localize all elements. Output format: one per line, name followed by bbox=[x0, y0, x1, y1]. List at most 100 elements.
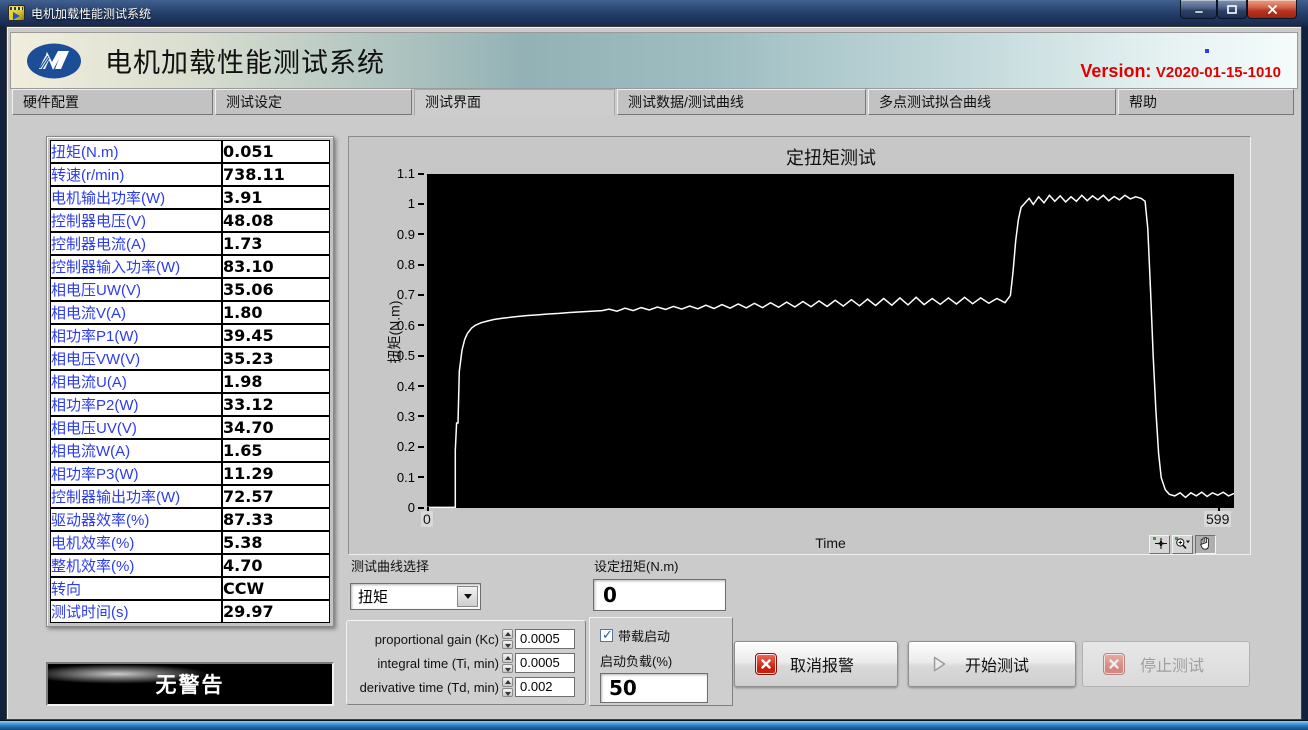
pan-tool-button[interactable] bbox=[1195, 535, 1216, 554]
client-area: 电机加载性能测试系统 Version: V2020-01-15-1010 硬件配… bbox=[6, 26, 1302, 720]
readout-value: 5.38 bbox=[222, 531, 330, 554]
readout-table: 扭矩(N.m)0.051转速(r/min)738.11电机输出功率(W)3.91… bbox=[50, 140, 330, 623]
readout-value: 4.70 bbox=[222, 554, 330, 577]
readout-table-frame: 扭矩(N.m)0.051转速(r/min)738.11电机输出功率(W)3.91… bbox=[46, 136, 334, 627]
readout-value: 39.45 bbox=[222, 324, 330, 347]
tab-5[interactable]: 多点测试拟合曲线 bbox=[868, 89, 1116, 115]
table-row: 控制器输入功率(W)83.10 bbox=[50, 255, 330, 278]
readout-value: 0.051 bbox=[222, 140, 330, 163]
test-interface-page: 扭矩(N.m)0.051转速(r/min)738.11电机输出功率(W)3.91… bbox=[10, 116, 1298, 716]
readout-value: 11.29 bbox=[222, 462, 330, 485]
readout-value: 1.98 bbox=[222, 370, 330, 393]
readout-value: 87.33 bbox=[222, 508, 330, 531]
maximize-button[interactable] bbox=[1217, 0, 1247, 19]
maximize-icon bbox=[1227, 5, 1237, 14]
load-start-checkbox[interactable] bbox=[600, 629, 613, 642]
tab-1[interactable]: 硬件配置 bbox=[12, 89, 213, 115]
spinner[interactable] bbox=[502, 677, 513, 697]
button-label: 取消报警 bbox=[777, 652, 867, 676]
curve-select-label: 测试曲线选择 bbox=[351, 556, 429, 575]
y-tick: 0.2 bbox=[397, 439, 424, 454]
pid-input-2[interactable]: 0.0005 bbox=[515, 653, 575, 673]
table-row: 电机输出功率(W)3.91 bbox=[50, 186, 330, 209]
app-icon[interactable] bbox=[8, 5, 25, 21]
readout-label: 控制器电压(V) bbox=[50, 209, 222, 232]
readout-label: 相功率P1(W) bbox=[50, 324, 222, 347]
table-row: 驱动器效率(%)87.33 bbox=[50, 508, 330, 531]
spin-down-icon[interactable] bbox=[502, 640, 513, 650]
y-tick: 0.6 bbox=[397, 318, 424, 333]
spin-up-icon[interactable] bbox=[502, 629, 513, 639]
readout-value: 35.23 bbox=[222, 347, 330, 370]
minimize-button[interactable] bbox=[1180, 0, 1217, 19]
x-tick: 0 bbox=[421, 511, 433, 527]
y-tick: 0.5 bbox=[397, 348, 424, 363]
pid-label: proportional gain (Kc) bbox=[347, 632, 499, 647]
cursor-tool-button[interactable] bbox=[1149, 535, 1170, 554]
table-row: 测试时间(s)29.97 bbox=[50, 600, 330, 623]
table-row: 控制器电流(A)1.73 bbox=[50, 232, 330, 255]
readout-value: 35.06 bbox=[222, 278, 330, 301]
readout-value: 1.73 bbox=[222, 232, 330, 255]
table-row: 相电压UW(V)35.06 bbox=[50, 278, 330, 301]
close-icon bbox=[1267, 5, 1278, 14]
torque-set-input[interactable]: 0 bbox=[593, 579, 726, 611]
chart-title: 定扭矩测试 bbox=[427, 144, 1235, 170]
y-tick: 0.3 bbox=[397, 409, 424, 424]
spinner[interactable] bbox=[502, 629, 513, 649]
torque-set-label: 设定扭矩(N.m) bbox=[594, 556, 679, 575]
button-label: 停止测试 bbox=[1125, 652, 1219, 676]
y-tick: 0.1 bbox=[397, 470, 424, 485]
readout-label: 相电压VW(V) bbox=[50, 347, 222, 370]
dropdown-button[interactable] bbox=[457, 586, 478, 607]
tab-3[interactable]: 测试界面 bbox=[414, 89, 615, 116]
table-row: 相功率P2(W)33.12 bbox=[50, 393, 330, 416]
spin-down-icon[interactable] bbox=[502, 688, 513, 698]
torque-chart-panel: 定扭矩测试 扭矩(N.m) 00.10.20.30.40.50.60.70.80… bbox=[348, 136, 1251, 555]
tab-6[interactable]: 帮助 bbox=[1118, 89, 1294, 115]
pid-input-1[interactable]: 0.0005 bbox=[515, 629, 575, 649]
pid-panel: proportional gain (Kc) 0.0005integral tim… bbox=[346, 620, 586, 705]
title-bar: 电机加载性能测试系统 bbox=[0, 0, 1308, 26]
y-tick: 1.1 bbox=[397, 166, 424, 181]
close-button[interactable] bbox=[1247, 0, 1297, 19]
pid-row: integral time (Ti, min)0.0005 bbox=[347, 651, 585, 675]
table-row: 转向CCW bbox=[50, 577, 330, 600]
pid-row: proportional gain (Kc) 0.0005 bbox=[347, 627, 585, 651]
y-tick: 1 bbox=[408, 196, 424, 211]
pid-label: derivative time (Td, min) bbox=[347, 680, 499, 695]
curve-select-dropdown[interactable]: 扭矩 bbox=[350, 583, 481, 610]
table-row: 控制器电压(V)48.08 bbox=[50, 209, 330, 232]
zoom-tool-button[interactable] bbox=[1172, 535, 1193, 554]
readout-value: 29.97 bbox=[222, 600, 330, 623]
alarm-text: 无警告 bbox=[156, 669, 225, 699]
cancel-alarm-icon bbox=[755, 653, 777, 675]
x-tick: 599 bbox=[1204, 511, 1231, 527]
stop-icon bbox=[1103, 653, 1125, 675]
chart-plot-area[interactable] bbox=[427, 174, 1234, 508]
readout-value: 3.91 bbox=[222, 186, 330, 209]
readout-value: 738.11 bbox=[222, 163, 330, 186]
minimize-icon bbox=[1194, 5, 1204, 14]
x-axis-label: Time bbox=[427, 535, 1234, 551]
pid-input-3[interactable]: 0.002 bbox=[515, 677, 575, 697]
graph-tool-palette bbox=[1149, 535, 1216, 554]
spin-down-icon[interactable] bbox=[502, 664, 513, 674]
y-tick: 0.7 bbox=[397, 287, 424, 302]
start-test-button[interactable]: 开始测试 bbox=[908, 641, 1076, 687]
alarm-banner: 无警告 bbox=[46, 662, 334, 706]
tab-4[interactable]: 测试数据/测试曲线 bbox=[617, 89, 866, 115]
button-label: 开始测试 bbox=[949, 652, 1045, 676]
stop-test-button[interactable]: 停止测试 bbox=[1082, 641, 1250, 687]
tab-2[interactable]: 测试设定 bbox=[215, 89, 412, 115]
table-row: 控制器输出功率(W)72.57 bbox=[50, 485, 330, 508]
y-tick: 0.9 bbox=[397, 227, 424, 242]
tab-bar: 硬件配置测试设定测试界面测试数据/测试曲线多点测试拟合曲线帮助 bbox=[10, 89, 1298, 116]
cancel-alarm-button[interactable]: 取消报警 bbox=[734, 641, 898, 687]
spin-up-icon[interactable] bbox=[502, 653, 513, 663]
chevron-down-icon bbox=[464, 594, 472, 599]
spinner[interactable] bbox=[502, 653, 513, 673]
zoom-tool-icon bbox=[1174, 536, 1191, 554]
spin-up-icon[interactable] bbox=[502, 677, 513, 687]
start-load-input[interactable]: 50 bbox=[600, 673, 708, 703]
